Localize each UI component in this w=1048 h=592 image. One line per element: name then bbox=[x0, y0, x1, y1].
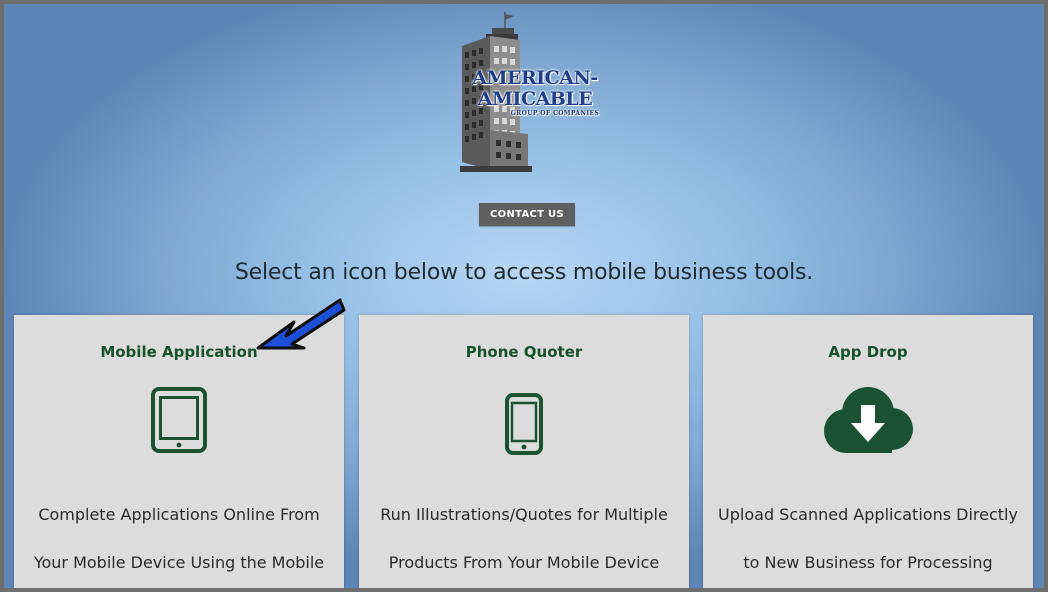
card-icon-wrapper[interactable] bbox=[14, 387, 344, 453]
cloud-download-icon[interactable] bbox=[822, 387, 914, 455]
card-description-line: Upload Scanned Applications Directly bbox=[718, 505, 1018, 524]
logo-line-american: AMERICAN- bbox=[472, 67, 598, 89]
logo-line-amicable: AMICABLE bbox=[477, 88, 593, 110]
card-app-drop[interactable]: App Drop Upload Scanned Applications Dir… bbox=[703, 315, 1033, 588]
tablet-icon[interactable] bbox=[151, 387, 207, 453]
card-description-line: Complete Applications Online From bbox=[38, 505, 320, 524]
card-icon-wrapper[interactable] bbox=[359, 393, 689, 455]
card-description: Upload Scanned Applications Directly to … bbox=[703, 491, 1033, 587]
card-title[interactable]: Phone Quoter bbox=[359, 343, 689, 361]
card-description: Run Illustrations/Quotes for Multiple Pr… bbox=[359, 491, 689, 587]
logo-text: AMERICAN- AMICABLE GROUP OF COMPANIES bbox=[464, 68, 606, 118]
card-icon-wrapper[interactable] bbox=[703, 387, 1033, 455]
card-description-line: to New Business for Processing bbox=[743, 553, 993, 572]
card-description-line: Your Mobile Device Using the Mobile bbox=[33, 553, 325, 572]
page-frame: AMERICAN- AMICABLE GROUP OF COMPANIES CO… bbox=[0, 0, 1048, 592]
page-headline: Select an icon below to access mobile bu… bbox=[234, 260, 814, 285]
card-description-line: Run Illustrations/Quotes for Multiple bbox=[380, 505, 668, 524]
logo-line-group: GROUP OF COMPANIES bbox=[510, 110, 600, 117]
pointer-arrow-icon bbox=[256, 298, 346, 350]
card-phone-quoter[interactable]: Phone Quoter Run Illustrations/Quotes fo… bbox=[359, 315, 689, 588]
card-title[interactable]: App Drop bbox=[703, 343, 1033, 361]
card-description: Complete Applications Online From Your M… bbox=[14, 491, 344, 587]
company-logo[interactable]: AMERICAN- AMICABLE GROUP OF COMPANIES bbox=[456, 10, 606, 174]
contact-us-button[interactable]: CONTACT US bbox=[479, 203, 575, 226]
card-description-line: Products From Your Mobile Device bbox=[388, 553, 660, 572]
smartphone-icon[interactable] bbox=[505, 393, 543, 455]
